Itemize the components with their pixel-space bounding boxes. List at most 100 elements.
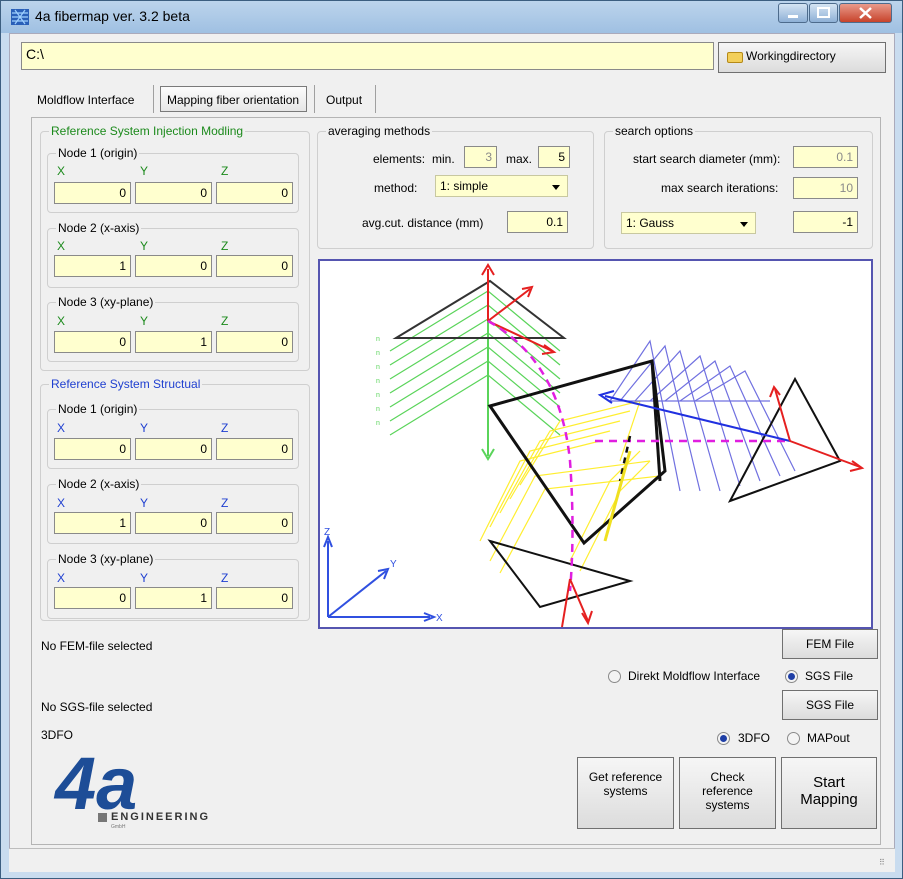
st-node1-x-field[interactable]: 0 [54, 438, 131, 460]
kernel-select[interactable]: 1: Gauss [621, 212, 756, 234]
bottom-red-axes [561, 578, 593, 627]
node-label: Node 1 (origin) [56, 146, 140, 160]
im-node2-y-field[interactable]: 0 [135, 255, 212, 277]
start-mapping-button[interactable]: Start Mapping [781, 757, 877, 829]
z-label: Z [221, 496, 229, 510]
im-node1-x-field[interactable]: 0 [54, 182, 131, 204]
search-iterations-field[interactable]: 10 [793, 177, 858, 199]
im-node2-x-field[interactable]: 1 [54, 255, 131, 277]
check-reference-systems-button[interactable]: Check reference systems [679, 757, 776, 829]
st-node1-z-field[interactable]: 0 [216, 438, 293, 460]
resize-grip-icon[interactable]: ⠿ [879, 858, 889, 868]
im-node1-z-field[interactable]: 0 [216, 182, 293, 204]
direct-moldflow-radio[interactable] [608, 670, 621, 683]
svg-text:n: n [376, 350, 380, 357]
fem-file-button[interactable]: FEM File [782, 629, 878, 659]
fem-status-text: No FEM-file selected [41, 639, 153, 653]
search-diameter-field[interactable]: 0.1 [793, 146, 858, 168]
node-label: Node 2 (x-axis) [56, 477, 142, 491]
tab-moldflow-interface[interactable]: Moldflow Interface [37, 93, 134, 107]
bottom-triangle [487, 539, 634, 609]
svg-text:n: n [376, 364, 380, 371]
svg-text:n: n [376, 392, 380, 399]
elements-label: elements: [373, 152, 426, 166]
tab-output[interactable]: Output [326, 93, 362, 107]
st-node2-z-field[interactable]: 0 [216, 512, 293, 534]
format-label: 3DFO [41, 728, 74, 742]
yellow-triangle-stack [479, 400, 661, 574]
minimize-button[interactable] [778, 3, 808, 23]
st-node3-x-field[interactable]: 0 [54, 587, 131, 609]
logo-square [98, 813, 107, 822]
company-logo: 4a ENGINEERING GmbH [53, 747, 243, 831]
elements-max-field[interactable]: 5 [538, 146, 570, 168]
cut-distance-field[interactable]: 0.1 [507, 211, 568, 233]
maximize-button[interactable] [809, 3, 838, 23]
method-select[interactable]: 1: simple [435, 175, 568, 197]
st-node1-y-field[interactable]: 0 [135, 438, 212, 460]
z-label: Z [221, 314, 229, 328]
method-label: method: [374, 181, 418, 195]
im-node3-x-field[interactable]: 0 [54, 331, 131, 353]
st-node3-y-field[interactable]: 1 [135, 587, 212, 609]
group-title: search options [613, 124, 696, 138]
kernel-param-field[interactable]: -1 [793, 211, 858, 233]
st-node2-x-field[interactable]: 1 [54, 512, 131, 534]
x-label: X [57, 314, 66, 328]
cut-distance-label: avg.cut. distance (mm) [362, 216, 484, 230]
svg-text:n: n [376, 378, 380, 385]
x-label: X [57, 239, 66, 253]
search-iterations-label: max search iterations: [661, 181, 779, 195]
get-reference-systems-button[interactable]: Get reference systems [577, 757, 674, 829]
folder-icon [727, 52, 743, 63]
st-node2-y-field[interactable]: 0 [135, 512, 212, 534]
sgs-file-button[interactable]: SGS File [782, 690, 878, 720]
workingdirectory-button[interactable]: Workingdirectory [718, 42, 886, 73]
im-node2-z-field[interactable]: 0 [216, 255, 293, 277]
svg-text:n: n [376, 336, 380, 343]
y-label: Y [140, 164, 149, 178]
x-label: X [57, 571, 66, 585]
im-node1-y-field[interactable]: 0 [135, 182, 212, 204]
st-node3-z-field[interactable]: 0 [216, 587, 293, 609]
mapout-radio-label: MAPout [807, 731, 850, 745]
logo-small-text: GmbH [111, 824, 126, 830]
tab-mapping-label: Mapping fiber orientation [167, 93, 300, 107]
minimize-icon [788, 15, 798, 18]
app-icon [11, 9, 29, 25]
application-window: 4a fibermap ver. 3.2 beta C:\ Workingdir… [0, 0, 903, 879]
orientation-viewport[interactable]: nnn nnnn Z Y X [318, 259, 873, 629]
im-node3-y-field[interactable]: 1 [135, 331, 212, 353]
green-tick-marks: nnn nnnn [376, 336, 380, 427]
3dfo-radio[interactable] [717, 732, 730, 745]
logo-mark: 4a [55, 742, 138, 825]
im-node3-z-field[interactable]: 0 [216, 331, 293, 353]
sgs-status-text: No SGS-file selected [41, 700, 153, 714]
x-label: X [57, 496, 66, 510]
z-label: Z [221, 164, 229, 178]
node-label: Node 1 (origin) [56, 402, 140, 416]
title-bar[interactable]: 4a fibermap ver. 3.2 beta [1, 1, 902, 33]
y-label: Y [140, 239, 149, 253]
close-button[interactable] [839, 3, 892, 23]
svg-text:Y: Y [390, 559, 397, 570]
svg-text:Z: Z [324, 527, 330, 538]
sgs-file-radio[interactable] [785, 670, 798, 683]
z-label: Z [221, 421, 229, 435]
node-label: Node 3 (xy-plane) [56, 295, 156, 309]
tab-mapping-fiber-orientation[interactable]: Mapping fiber orientation [160, 86, 307, 112]
maximize-icon [817, 7, 830, 18]
min-label: min. [432, 152, 455, 166]
path-input[interactable]: C:\ [21, 42, 714, 70]
get-reference-label: Get reference systems [588, 770, 663, 798]
elements-min-field[interactable]: 3 [464, 146, 497, 168]
method-value: 1: simple [440, 179, 489, 193]
svg-text:X: X [436, 613, 443, 624]
3dfo-radio-label: 3DFO [738, 731, 771, 745]
mapout-radio[interactable] [787, 732, 800, 745]
tab-separator [153, 85, 154, 113]
search-diameter-label: start search diameter (mm): [633, 152, 781, 166]
y-label: Y [140, 496, 149, 510]
tab-separator [375, 85, 376, 113]
z-label: Z [221, 239, 229, 253]
